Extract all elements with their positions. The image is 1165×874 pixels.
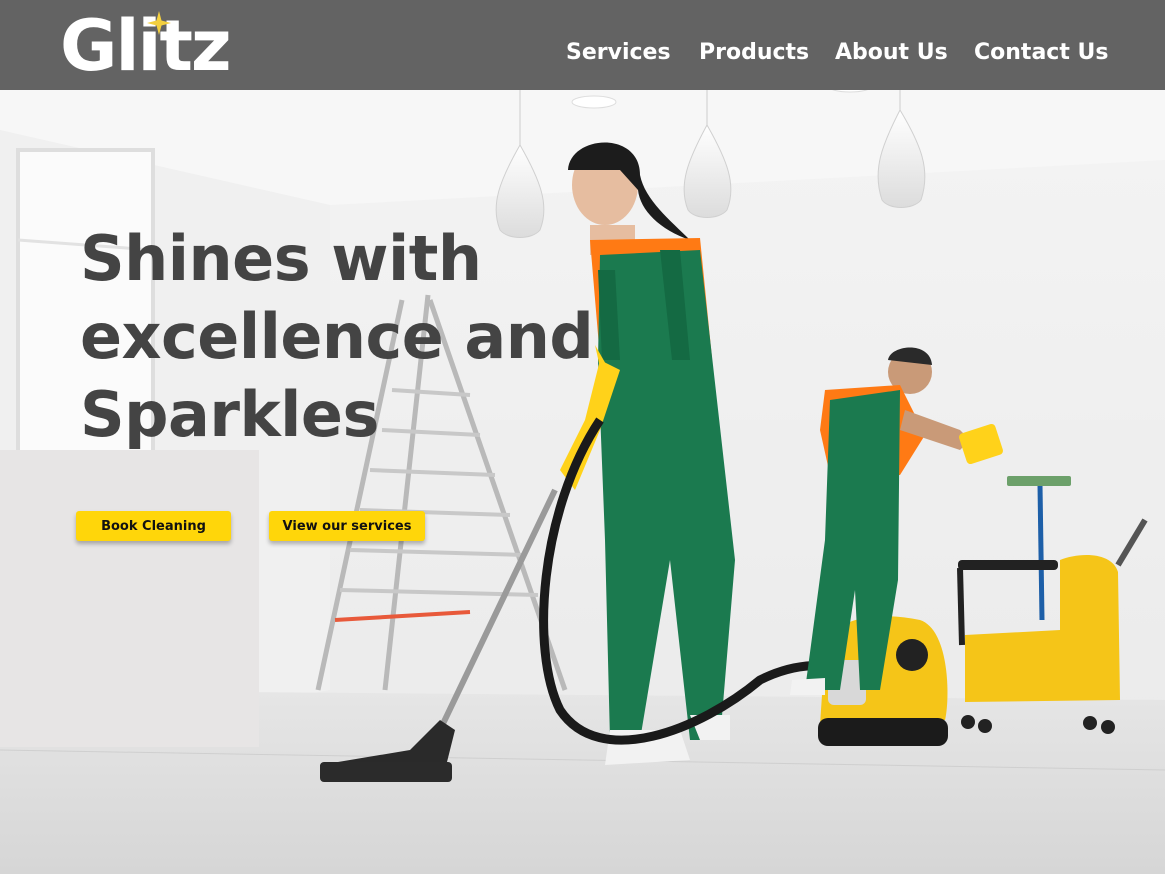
headline-line-1: Shines with [80,222,482,295]
nav-item-products[interactable]: Products [699,36,809,70]
brand-name: Glitz [60,5,232,87]
hero-headline: Shines with excellence and Sparkles [80,220,600,454]
sparkle-icon [147,11,171,35]
hero-side-panel [0,450,259,747]
nav-item-contact-us[interactable]: Contact Us [974,36,1108,70]
headline-line-2: excellence and [80,300,594,373]
nav-item-about-us[interactable]: About Us [835,36,948,70]
headline-line-3: Sparkles [80,378,379,451]
nav-item-services[interactable]: Services [566,36,671,70]
book-cleaning-button[interactable]: Book Cleaning [76,511,231,541]
page: Shines with excellence and Sparkles Book… [0,0,1165,874]
site-header: Glitz Services Products About Us Contact… [0,0,1165,90]
view-services-button[interactable]: View our services [269,511,425,541]
brand-logo[interactable]: Glitz [60,5,240,88]
